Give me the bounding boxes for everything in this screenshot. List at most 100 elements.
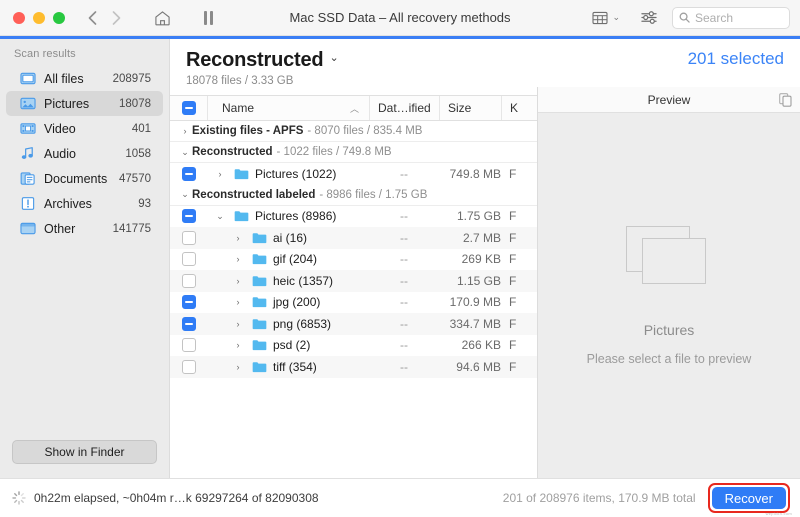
row-size: 749.8 MB [449,166,501,181]
forward-chevron-icon[interactable] [105,7,127,29]
group-title: Reconstructed labeled [192,188,316,201]
chevron-right-icon[interactable]: › [230,276,246,286]
chevron-right-icon[interactable]: › [230,340,246,350]
group-title: Reconstructed [192,146,273,158]
files-summary: 18078 files / 3.33 GB [186,75,294,87]
row-checkbox[interactable] [170,316,208,331]
table-row[interactable]: › png (6853) -- 334.7 MB F [170,313,537,335]
row-kind: F [509,295,517,310]
group-header-row[interactable]: › Existing files - APFS - 8070 files / 835… [170,121,537,142]
chevron-right-icon[interactable]: › [230,362,246,372]
chevron-right-icon[interactable]: › [230,233,246,243]
sidebar-item-other[interactable]: Other 141775 [6,216,163,241]
row-kind: F [509,359,517,374]
close-button[interactable] [13,11,25,24]
table-row[interactable]: ⌄ Pictures (8986) -- 1.75 GB F [170,206,537,228]
row-name: psd (2) [273,338,311,353]
search-input[interactable]: Search [672,6,790,29]
filter-sliders-icon[interactable] [640,10,658,25]
show-in-finder-button[interactable]: Show in Finder [12,440,157,464]
maximize-button[interactable] [53,11,65,24]
folder-icon [252,233,267,243]
sidebar-item-pictures[interactable]: Pictures 18078 [6,91,163,116]
recover-button-highlight: Recover [707,483,790,513]
table-row[interactable]: › gif (204) -- 269 KB F [170,249,537,271]
column-header-kind[interactable]: K [501,96,537,120]
copy-icon[interactable] [779,93,792,112]
row-kind: F [509,166,517,181]
group-header-row[interactable]: ⌄ Reconstructed labeled - 8986 files / 1.7… [170,184,537,206]
recover-button[interactable]: Recover [711,487,786,509]
pause-button[interactable] [193,5,223,31]
row-kind: F [509,273,517,288]
row-size: 266 KB [461,338,501,353]
row-checkbox[interactable] [170,295,208,310]
heading-chevron-down-icon[interactable]: ⌄ [329,51,338,64]
sidebar-item-count: 18078 [119,97,151,110]
row-size: 334.7 MB [449,316,501,331]
sidebar-item-count: 1058 [125,147,151,160]
folder-icon [252,254,267,265]
chevron-down-icon[interactable]: ⌄ [178,147,192,158]
row-size: 1.15 GB [456,273,501,288]
row-checkbox[interactable] [170,252,208,267]
row-checkbox[interactable] [170,230,208,245]
row-checkbox[interactable] [170,359,208,374]
table-row[interactable]: › Pictures (1022) -- 749.8 MB F [170,163,537,185]
chevron-down-icon[interactable]: ⌄ [178,189,192,200]
selected-count-label[interactable]: 201 selected [688,49,784,69]
folder-icon [252,319,267,329]
chevron-right-icon[interactable]: › [178,126,192,136]
row-date-modified: -- [400,209,408,224]
preview-empty-state: Pictures Please select a file to preview [538,113,800,478]
group-header-row[interactable]: ⌄ Reconstructed - 1022 files / 749.8 MB [170,142,537,163]
table-row[interactable]: › psd (2) -- 266 KB F [170,335,537,357]
row-date-modified: -- [400,316,408,331]
minimize-button[interactable] [33,11,45,24]
row-checkbox[interactable] [170,209,208,224]
sidebar-item-label: Video [44,121,76,136]
column-header-name-label: Name [222,101,255,115]
sidebar-item-documents[interactable]: Documents 47570 [6,166,163,191]
title-bar: Mac SSD Data – All recovery methods ⌄ Se… [0,0,800,36]
chevron-right-icon[interactable]: › [230,297,246,307]
chevron-right-icon[interactable]: › [212,169,228,179]
row-checkbox[interactable] [170,273,208,288]
status-bar-right: 201 of 208976 items, 170.9 MB total Reco… [503,483,790,513]
column-header-date[interactable]: Dat…ified [369,96,439,120]
chevron-down-icon[interactable]: ⌄ [212,211,228,222]
sidebar-item-label: Archives [44,196,92,211]
chevron-right-icon[interactable]: › [230,319,246,329]
chevron-right-icon[interactable]: › [230,254,246,264]
archives-icon [20,196,36,212]
row-checkbox[interactable] [170,166,208,181]
row-size: 2.7 MB [462,230,501,245]
table-row[interactable]: › tiff (354) -- 94.6 MB F [170,356,537,378]
column-header-name[interactable]: Name ︿ [208,101,369,115]
group-meta: - 8070 files / 835.4 MB [307,125,423,137]
sidebar-item-video[interactable]: Video 401 [6,116,163,141]
folder-icon [252,276,267,286]
group-meta: - 1022 files / 749.8 MB [276,146,392,158]
view-mode-button[interactable]: ⌄ [588,9,624,27]
home-icon[interactable] [147,5,177,31]
row-date-modified: -- [400,230,408,245]
traffic-lights [0,11,65,24]
row-date-modified: -- [400,252,408,267]
back-chevron-icon[interactable] [81,7,103,29]
table-row[interactable]: › heic (1357) -- 1.15 GB F [170,270,537,292]
file-list[interactable]: › Existing files - APFS - 8070 files / 835… [170,121,537,478]
column-header-size[interactable]: Size [439,96,501,120]
preview-header-title: Preview [647,92,691,107]
select-all-checkbox[interactable] [170,96,208,120]
row-name: gif (204) [273,252,318,267]
table-row[interactable]: › ai (16) -- 2.7 MB F [170,227,537,249]
row-kind: F [509,338,517,353]
row-date-modified: -- [400,166,408,181]
table-row[interactable]: › jpg (200) -- 170.9 MB F [170,292,537,314]
row-checkbox[interactable] [170,338,208,353]
folder-icon [252,362,267,372]
sidebar-item-all-files[interactable]: All files 208975 [6,66,163,91]
sidebar-item-archives[interactable]: Archives 93 [6,191,163,216]
sidebar-item-audio[interactable]: Audio 1058 [6,141,163,166]
